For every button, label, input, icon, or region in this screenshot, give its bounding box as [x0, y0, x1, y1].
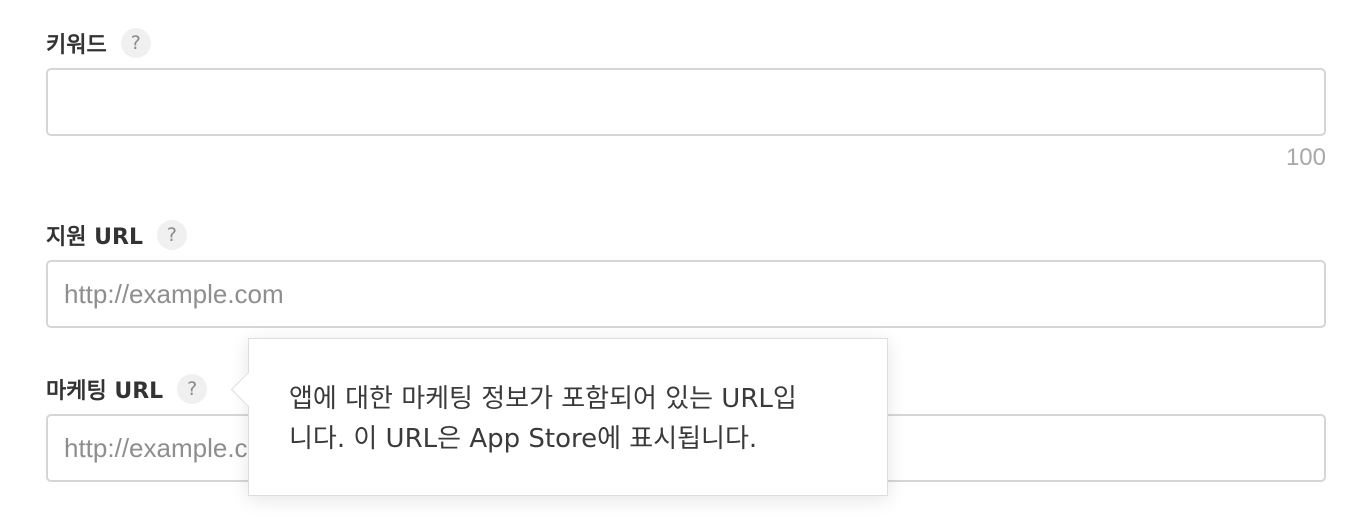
keywords-input[interactable]	[46, 68, 1326, 136]
keywords-label: 키워드 ?	[46, 28, 151, 58]
tooltip-text-line-2: 니다. 이 URL은 App Store에 표시됩니다.	[289, 424, 758, 454]
marketing-url-label: 마케팅 URL ?	[46, 374, 208, 404]
support-url-help-icon[interactable]: ?	[156, 220, 187, 250]
marketing-url-label-text: 마케팅 URL	[46, 379, 164, 404]
tooltip-text-line-1: 앱에 대한 마케팅 정보가 포함되어 있는 URL입	[289, 384, 797, 414]
keywords-label-text: 키워드	[46, 33, 107, 58]
support-url-input[interactable]	[46, 260, 1326, 328]
tooltip-arrow	[230, 371, 267, 408]
keywords-help-icon[interactable]: ?	[120, 28, 151, 58]
support-url-label-text: 지원 URL	[46, 225, 143, 250]
keywords-char-count: 100	[1285, 144, 1326, 171]
marketing-url-tooltip: 앱에 대한 마케팅 정보가 포함되어 있는 URL입 니다. 이 URL은 Ap…	[230, 338, 888, 496]
support-url-label: 지원 URL ?	[46, 220, 187, 250]
marketing-url-help-icon[interactable]: ?	[177, 374, 208, 404]
